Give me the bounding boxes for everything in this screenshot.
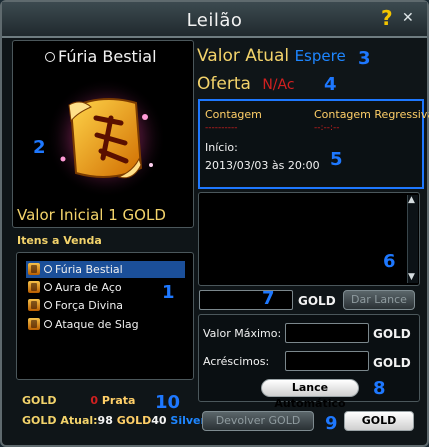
countdown-value: --:--:-- (314, 123, 340, 133)
wallet-silver-amount: 0 (90, 394, 99, 407)
start-label: Início: (205, 141, 238, 154)
count-label: Contagem (205, 108, 262, 121)
auto-bid-button[interactable]: Lance Automático (261, 379, 359, 410)
increment-input[interactable] (285, 351, 369, 371)
item-bullet-icon (45, 52, 55, 62)
wallet-gold-label: GOLD (22, 394, 57, 407)
offer-row: Oferta N/Ac (197, 74, 295, 94)
window-title: Leilão (186, 10, 243, 31)
scroll-item-image (46, 78, 166, 198)
callout-3: 3 (358, 48, 371, 69)
callout-1: 1 (162, 282, 175, 303)
start-value: 2013/03/03 às 20:00 (205, 159, 320, 172)
callout-8: 8 (373, 378, 386, 399)
close-icon[interactable]: ✕ (402, 11, 416, 25)
auction-window: Leilão ? ✕ Fúria Bestial 2 Valor Inicial… (0, 0, 429, 447)
bullet-icon (44, 301, 52, 309)
scroll-down-icon[interactable]: ▼ (408, 273, 417, 282)
bullet-icon (44, 283, 52, 291)
current-gold-row: GOLD Atual:98 GOLD40 Silver (22, 414, 206, 427)
return-gold-button[interactable]: Devolver GOLD (202, 411, 314, 431)
wallet-row: GOLD 0 Prata (22, 394, 135, 407)
bid-history-panel[interactable]: ▲ ▼ 6 (198, 192, 420, 286)
current-gold-amount: 98 (97, 414, 113, 427)
place-bid-button[interactable]: Dar Lance (343, 290, 415, 310)
scroll-icon (28, 318, 40, 330)
callout-2: 2 (33, 137, 46, 158)
current-gold-unit: GOLD (116, 414, 152, 427)
current-value-label: Valor Atual (197, 46, 290, 66)
item-preview-panel: Fúria Bestial 2 Valor Inicial 1 GOLD (12, 40, 194, 228)
auto-bid-panel: Valor Máximo: GOLD Acréscimos: GOLD Lanc… (198, 314, 420, 410)
callout-7: 7 (262, 288, 275, 309)
callout-9: 9 (325, 413, 338, 434)
bullet-icon (44, 320, 52, 328)
increment-gold-label: GOLD (373, 356, 411, 370)
initial-value: Valor Inicial 1 GOLD (17, 206, 166, 224)
wallet-silver-label: Prata (101, 394, 136, 407)
max-value-label: Valor Máximo: (203, 327, 282, 340)
callout-10: 10 (155, 392, 181, 413)
callout-6: 6 (383, 251, 396, 272)
items-for-sale-heading: Itens a Venda (17, 234, 102, 247)
scrollbar-track[interactable] (407, 195, 418, 283)
list-item[interactable]: Ataque de Slag (26, 316, 185, 333)
current-value-row: Valor Atual Espere (197, 46, 346, 66)
scroll-icon (28, 263, 40, 275)
list-item[interactable]: Fúria Bestial (26, 261, 185, 278)
title-bar[interactable]: Leilão ? ✕ (2, 2, 427, 38)
item-name: Fúria Bestial (45, 47, 157, 66)
offer-label: Oferta (197, 74, 251, 94)
scroll-up-icon[interactable]: ▲ (408, 196, 417, 205)
max-value-gold-label: GOLD (373, 327, 411, 341)
increment-label: Acréscimos: (203, 355, 270, 368)
help-icon[interactable]: ? (381, 8, 397, 28)
callout-4: 4 (324, 74, 337, 95)
bid-gold-label: GOLD (298, 294, 336, 308)
current-gold-label: GOLD Atual: (22, 414, 98, 427)
scroll-icon (28, 281, 40, 293)
bid-amount-input[interactable] (199, 290, 293, 310)
gold-button[interactable]: GOLD (344, 411, 414, 431)
count-value: ---------- (205, 123, 238, 133)
current-silver-amount: 40 (151, 414, 167, 427)
max-value-input[interactable] (285, 323, 369, 343)
offer-value: N/Ac (262, 77, 295, 93)
current-value: Espere (294, 47, 346, 65)
callout-5: 5 (330, 149, 343, 170)
timer-box: Contagem Contagem Regressiva ---------- … (198, 99, 429, 189)
countdown-label: Contagem Regressiva (314, 108, 429, 121)
bullet-icon (44, 265, 52, 273)
scroll-icon (28, 299, 40, 311)
current-silver-unit: Silver (170, 414, 206, 427)
